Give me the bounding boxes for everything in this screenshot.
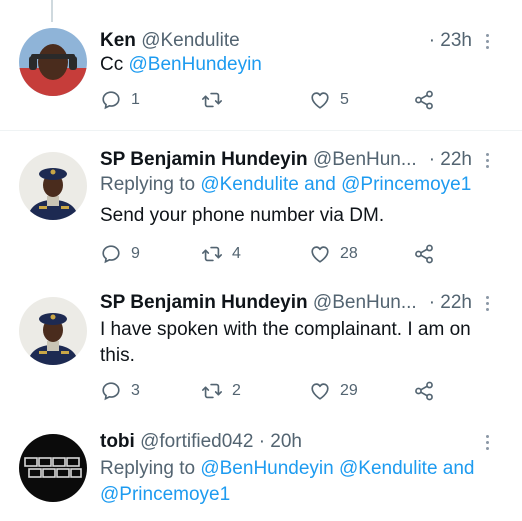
tweet-actions: 9 4 28 [100,242,440,266]
user-handle[interactable]: @BenHun... [313,292,417,313]
replying-to-continued: @Princemoye1 [100,482,504,508]
reply-count: 1 [131,91,140,108]
tweet-ken[interactable]: Ken @Kendulite · 23h Cc @BenHundeyin 1 5 [0,28,522,118]
timestamp[interactable]: · 20h [258,431,302,452]
like-button[interactable]: 28 [309,242,358,266]
heart-icon [311,383,329,400]
tweet-tobi[interactable]: tobi @fortified042 · 20h Replying to @Be… [0,429,522,521]
tweet-text-prefix: Cc [100,54,129,75]
like-count: 28 [340,245,358,262]
avatar-tobi[interactable] [19,434,87,502]
retweet-icon [202,246,222,262]
share-button[interactable] [413,88,435,112]
display-name[interactable]: tobi [100,431,135,452]
user-handle[interactable]: @fortified042 [140,431,253,452]
retweet-count: 4 [232,245,241,262]
reply-button[interactable]: 9 [100,242,140,266]
more-icon[interactable] [476,28,498,54]
more-icon[interactable] [476,147,498,173]
user-handle[interactable]: @Kendulite [141,30,240,51]
tweet-hundeyin-reply[interactable]: SP Benjamin Hundeyin @BenHun... · 22h Re… [0,147,522,267]
more-icon[interactable] [476,290,498,316]
heart-icon [311,92,329,109]
reply-button[interactable]: 3 [100,379,140,403]
thread-connector-line [51,0,53,22]
share-icon [415,381,433,401]
tweet-text: Cc @BenHundeyin [100,52,504,78]
tweet-divider [0,130,522,131]
replying-to-links[interactable]: @Kendulite and @Princemoye1 [200,174,471,195]
retweet-button[interactable]: 4 [201,242,241,266]
timestamp[interactable]: · 22h [424,290,472,316]
replying-to: Replying to @BenHundeyin @Kendulite and [100,456,504,482]
tweet-text-line: I have spoken with the complainant. I am… [100,319,471,340]
share-icon [415,244,433,264]
share-button[interactable] [413,379,435,403]
timestamp[interactable]: · 22h [424,147,472,173]
retweet-icon [202,383,222,399]
share-icon [415,90,433,110]
retweet-icon [202,92,222,108]
tweet-header: SP Benjamin Hundeyin @BenHun... · 22h [100,147,498,173]
more-icon[interactable] [476,429,498,455]
like-button[interactable]: 29 [309,379,358,403]
display-name[interactable]: SP Benjamin Hundeyin [100,149,308,170]
tweet-text: Send your phone number via DM. [100,205,385,226]
reply-icon [102,382,120,401]
replying-to-prefix: Replying to [100,174,201,195]
avatar-hundeyin[interactable] [19,152,87,220]
retweet-button[interactable]: 2 [201,379,241,403]
reply-icon [102,91,120,110]
reply-button[interactable]: 1 [100,88,140,112]
mention-link[interactable]: @BenHundeyin [129,54,262,75]
replying-to-links[interactable]: @BenHundeyin @Kendulite and [200,458,474,479]
reply-icon [102,245,120,264]
display-name[interactable]: SP Benjamin Hundeyin [100,292,308,313]
share-button[interactable] [413,242,435,266]
tweet-text-line: this. [100,345,135,366]
tweet-hundeyin-update[interactable]: SP Benjamin Hundeyin @BenHun... · 22h I … [0,290,522,405]
like-count: 29 [340,382,358,399]
replying-to: Replying to @Kendulite and @Princemoye1 [100,172,504,198]
avatar-ken[interactable] [19,28,87,96]
like-button[interactable]: 5 [309,88,349,112]
tweet-actions: 1 5 [100,88,440,112]
replying-to-prefix: Replying to [100,458,201,479]
tweet-header: tobi @fortified042 · 20h [100,429,498,455]
user-handle[interactable]: @BenHun... [313,149,417,170]
reply-count: 3 [131,382,140,399]
reply-count: 9 [131,245,140,262]
like-count: 5 [340,91,349,108]
avatar-hundeyin[interactable] [19,297,87,365]
heart-icon [311,246,329,263]
replying-to-links[interactable]: @Princemoye1 [100,484,230,505]
display-name[interactable]: Ken [100,30,136,51]
timestamp[interactable]: · 23h [424,28,472,54]
tweet-actions: 3 2 29 [100,379,440,403]
tweet-header: Ken @Kendulite · 23h [100,28,498,54]
retweet-button[interactable] [201,88,232,112]
tweet-header: SP Benjamin Hundeyin @BenHun... · 22h [100,290,498,316]
retweet-count: 2 [232,382,241,399]
